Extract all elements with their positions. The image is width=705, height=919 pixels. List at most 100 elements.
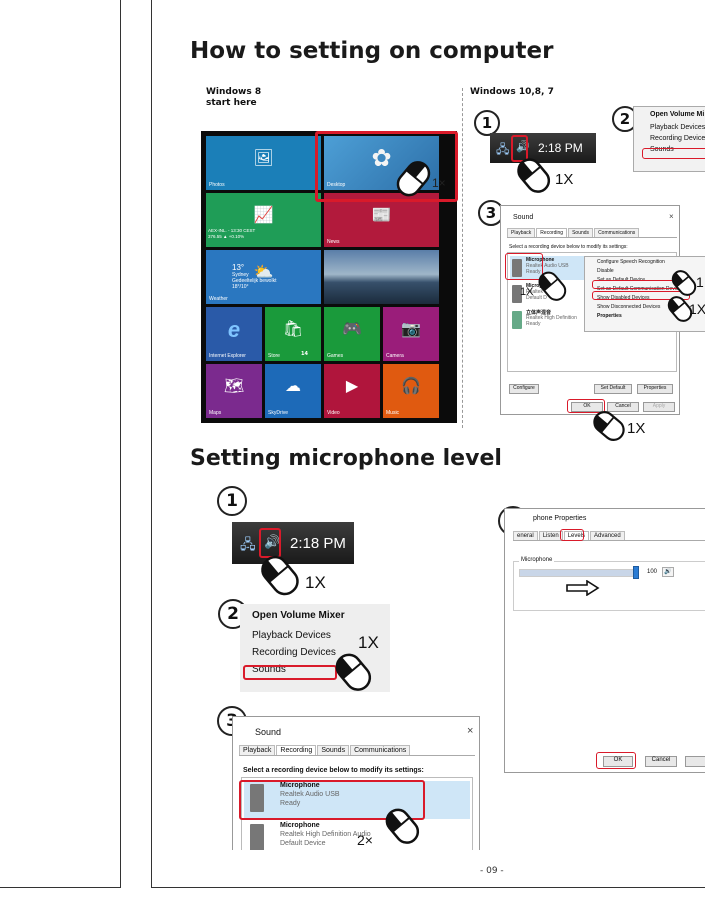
- tile-camera[interactable]: 📷 Camera: [383, 307, 439, 361]
- win10-sounds-highlight: [642, 148, 705, 159]
- tile-internet-explorer[interactable]: e Internet Explorer: [206, 307, 262, 361]
- menu-item-1[interactable]: Playback Devices: [634, 122, 705, 133]
- newspaper-icon: 📰: [371, 206, 392, 224]
- tile-photos[interactable]: 🖼 Photos: [206, 136, 321, 190]
- tile-maps[interactable]: 🗺 Maps: [206, 364, 262, 418]
- win10-label: Windows 10,8, 7: [470, 87, 554, 97]
- page-number: - 09 -: [480, 866, 504, 876]
- camera-icon: 📷: [401, 320, 421, 338]
- tile-label: SkyDrive: [268, 410, 289, 416]
- win10-click-label-1: 1X: [555, 171, 574, 188]
- cloud-icon: ☁: [285, 377, 301, 395]
- mic-device-status-1: Default Device: [280, 840, 326, 847]
- mic-props-title: phone Properties: [533, 515, 587, 522]
- win10-tab-3[interactable]: Communications: [594, 228, 640, 237]
- win10-tab-2[interactable]: Sounds: [568, 228, 594, 237]
- win8-label-line1: Windows 8: [206, 87, 262, 97]
- context-item-0[interactable]: Configure Speech Recognition: [585, 257, 705, 266]
- mic-level-slider[interactable]: [633, 566, 639, 579]
- weather-range: 18°/10°: [232, 284, 249, 290]
- store-badge: 14: [301, 351, 308, 357]
- win10-mouse-icon-2: [538, 271, 567, 301]
- mic-mouse-icon-3: [385, 808, 420, 844]
- mic-dialog-title: Sound: [255, 727, 282, 737]
- mic-properties-dialog: phone Properties eneral Listen Levels Advan…: [504, 508, 705, 773]
- props-tab-0[interactable]: eneral: [513, 531, 538, 540]
- tile-label: Store: [268, 353, 280, 359]
- tile-label: Games: [327, 353, 344, 359]
- mic-props-cancel-button[interactable]: Cancel: [645, 756, 677, 767]
- weather-temp: 13°: [232, 263, 245, 272]
- network-icon: 🖧: [496, 142, 510, 156]
- play-icon: ▶: [345, 377, 359, 395]
- weather-tile-text: 13° Sydney Gedeeltelijk bewolkt 18°/10°: [232, 263, 276, 290]
- mic-mouse-icon-1: [261, 555, 299, 596]
- taskbar-clock: 2:18 PM: [538, 141, 583, 155]
- win10-configure-button[interactable]: Configure: [509, 384, 539, 394]
- mic-tab-2[interactable]: Sounds: [317, 745, 350, 755]
- mic-props-apply-button[interactable]: [685, 756, 705, 767]
- tile-label: Internet Explorer: [209, 353, 246, 359]
- mic-device-icon-1: [250, 824, 264, 850]
- win10-dialog-tabs: Playback Recording Sounds Communications: [507, 228, 677, 238]
- tile-store[interactable]: 🛍 Store: [265, 307, 321, 361]
- menu-item-2[interactable]: Recording Devices: [634, 133, 705, 144]
- mic-mouse-icon-2: [335, 653, 372, 691]
- mic-tab-3[interactable]: Communications: [350, 745, 411, 755]
- mic-click-label-1: 1X: [305, 573, 326, 592]
- tile-label: Camera: [386, 353, 404, 359]
- heading-computer: How to setting on computer: [190, 38, 554, 64]
- tile-games[interactable]: 🎮 Games: [324, 307, 380, 361]
- win10-properties-button[interactable]: Properties: [637, 384, 673, 394]
- mic-click-label-2: 1X: [358, 633, 379, 652]
- mic-taskbar-clock: 2:18 PM: [290, 535, 346, 552]
- win10-dialog-title: Sound: [513, 214, 534, 221]
- headphones-icon: 🎧: [401, 377, 421, 395]
- mic-tab-0[interactable]: Playback: [239, 745, 276, 755]
- tile-label: Music: [386, 410, 400, 416]
- win10-instruction: Select a recording device below to modif…: [509, 244, 628, 250]
- mic-device-name-1: Microphone: [280, 822, 320, 829]
- mic-step1-number: 1: [217, 486, 247, 516]
- menu-item-0[interactable]: Open Volume Mi: [634, 107, 705, 122]
- win10-dialog-close[interactable]: ×: [669, 212, 674, 221]
- mic-dialog-close[interactable]: ×: [467, 725, 473, 737]
- win10-mouse-icon-5: [593, 411, 625, 441]
- win10-mouse-icon-1: [517, 158, 551, 193]
- mic-click-label-3: 2×: [357, 832, 373, 848]
- mic-dialog-tabs: Playback Recording Sounds Communications: [239, 745, 475, 756]
- win10-click-label-4: 1X: [689, 301, 705, 317]
- win10-apply-button[interactable]: Apply: [643, 402, 675, 412]
- mic-menu-item-0[interactable]: Open Volume Mixer: [240, 604, 390, 627]
- props-tab-3[interactable]: Advanced: [590, 531, 625, 540]
- win10-tab-0[interactable]: Playback: [507, 228, 536, 237]
- win10-click-label-5: 1X: [627, 420, 646, 437]
- mic-mute-button[interactable]: 🔊: [662, 567, 674, 577]
- map-icon: 🗺: [223, 377, 245, 395]
- tile-video[interactable]: ▶ Video: [324, 364, 380, 418]
- mic-level-value: 100: [647, 569, 658, 575]
- heading-mic-level: Setting microphone level: [190, 446, 502, 471]
- win10-set-default-button[interactable]: Set Default: [594, 384, 632, 394]
- left-page-panel: [0, 0, 121, 888]
- tile-live-5[interactable]: [324, 250, 439, 304]
- tile-label: Video: [327, 410, 340, 416]
- tile-label: Photos: [209, 182, 225, 188]
- win8-label: Windows 8 start here: [206, 87, 261, 109]
- controller-icon: 🎮: [342, 320, 362, 338]
- win10-click-label-2: 1X: [520, 286, 534, 298]
- tile-label: Weather: [209, 296, 228, 302]
- win10-click-label-3: 1: [696, 274, 704, 290]
- store-icon: 🛍: [282, 320, 304, 338]
- mic-tab-1[interactable]: Recording: [276, 745, 317, 755]
- stock-tile-text: AEX-INL. - 13:30 CEST 376.55 ▲ +0.10%: [208, 228, 255, 240]
- win10-volume-menu: Open Volume Mi Playback Devices Recording …: [633, 106, 705, 172]
- ie-icon: e: [227, 316, 241, 342]
- levels-tab-highlight: [560, 529, 584, 541]
- tile-skydrive[interactable]: ☁ SkyDrive: [265, 364, 321, 418]
- right-arrow-icon: [566, 580, 600, 596]
- w10-device-icon-2: [512, 311, 522, 329]
- mic-level-fill: [520, 570, 638, 576]
- win10-tab-1[interactable]: Recording: [536, 228, 568, 237]
- tile-music[interactable]: 🎧 Music: [383, 364, 439, 418]
